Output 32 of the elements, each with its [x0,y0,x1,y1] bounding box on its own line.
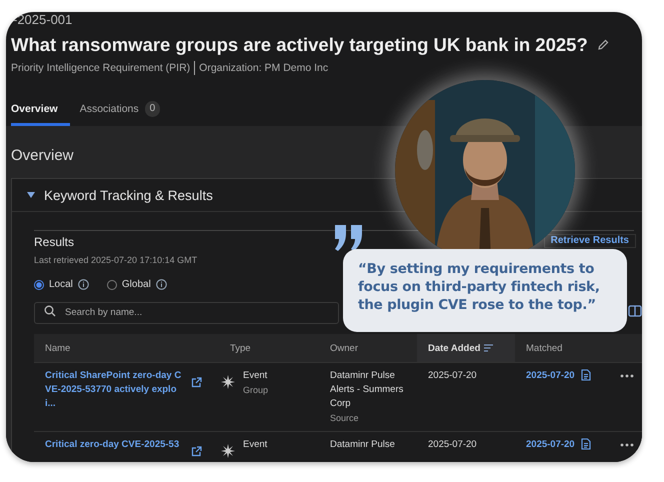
result-link[interactable]: Critical zero-day CVE-2025-53 [45,438,185,452]
section-heading: Overview [11,146,75,166]
testimonial-quote: “By setting my requirements to focus on third-party fintech risk, the plugin CVE rose to the top.” [358,260,601,314]
column-header[interactable]: Type [219,334,319,362]
panel-title: Keyword Tracking & Results [44,188,213,202]
tab[interactable]: Associations 0 [76,99,166,126]
radio-label: Local [49,279,73,290]
column-header[interactable]: Owner [319,334,417,362]
count-badge: 0 [144,101,160,117]
date-text: 2025-07-20 [428,369,478,383]
type-text: Event [243,369,268,383]
last-retrieved-text: Last retrieved 2025-07-20 17:10:14 GMT [34,254,198,267]
page-title: What ransomware groups are actively targeting UK bank in 2025? [11,33,588,57]
owner-text: Dataminr Pulse Alerts - Summers Corp [330,369,404,411]
column-header[interactable]: Matched [515,334,609,362]
matched-date-link[interactable]: 2025-07-20 [526,438,575,452]
retrieve-results-button[interactable]: Retrieve Results [544,234,636,248]
requirement-type: Priority Intelligence Requirement (PIR) [11,62,190,74]
record-id: -2025-001 [12,12,74,27]
date-text: 2025-07-20 [428,438,478,452]
column-header[interactable]: Date Added [417,334,515,362]
owner-detail: Source [330,412,360,425]
type-text: Event [243,438,268,452]
type-detail: Group [243,384,268,397]
organization-label: Organization: PM Demo Inc [199,62,328,74]
search-field[interactable]: Search by name... [34,302,339,324]
matched-date-link[interactable]: 2025-07-20 [526,369,575,383]
result-link[interactable]: Critical SharePoint zero-day CVE-2025-53770 actively exploi... [45,369,185,411]
radio-label: Global [122,279,151,290]
owner-text: Dataminr Pulse [330,438,396,452]
results-heading: Results [34,234,76,251]
column-header[interactable]: Name [34,334,219,362]
